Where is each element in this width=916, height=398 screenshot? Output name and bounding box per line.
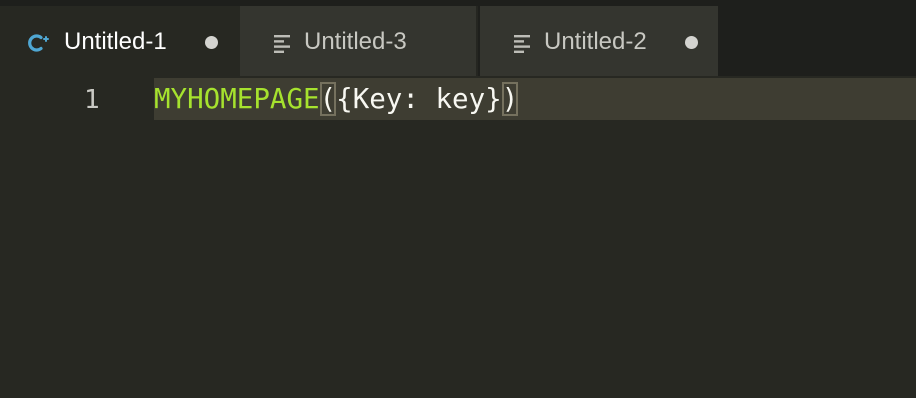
unsaved-changes-dot-icon[interactable] — [685, 36, 698, 49]
plain-text-icon — [514, 32, 536, 53]
arguments-token: {Key: key} — [336, 83, 502, 115]
line-number: 1 — [84, 85, 100, 115]
open-paren-bracket-match: ( — [319, 82, 337, 116]
tab-untitled-1[interactable]: Untitled-1 — [0, 6, 240, 76]
tab-label: Untitled-2 — [544, 28, 647, 55]
c-language-icon — [28, 32, 50, 52]
tab-untitled-2[interactable]: Untitled-2 — [480, 6, 718, 76]
function-name-token: MYHOMEPAGE — [154, 83, 320, 115]
tab-bar: Untitled-1 Untitled-3 Untitled-2 — [0, 0, 916, 76]
tab-label: Untitled-3 — [304, 28, 407, 55]
tab-untitled-3[interactable]: Untitled-3 — [240, 6, 478, 76]
tab-label: Untitled-1 — [64, 28, 167, 55]
plain-text-icon — [274, 32, 296, 53]
code-line[interactable]: MYHOMEPAGE({Key: key}) — [154, 82, 519, 116]
close-paren-bracket-match: ) — [501, 82, 519, 116]
unsaved-changes-dot-icon[interactable] — [205, 36, 218, 49]
code-editor: Untitled-1 Untitled-3 Untitled-2 1 MYHOM… — [0, 0, 916, 398]
